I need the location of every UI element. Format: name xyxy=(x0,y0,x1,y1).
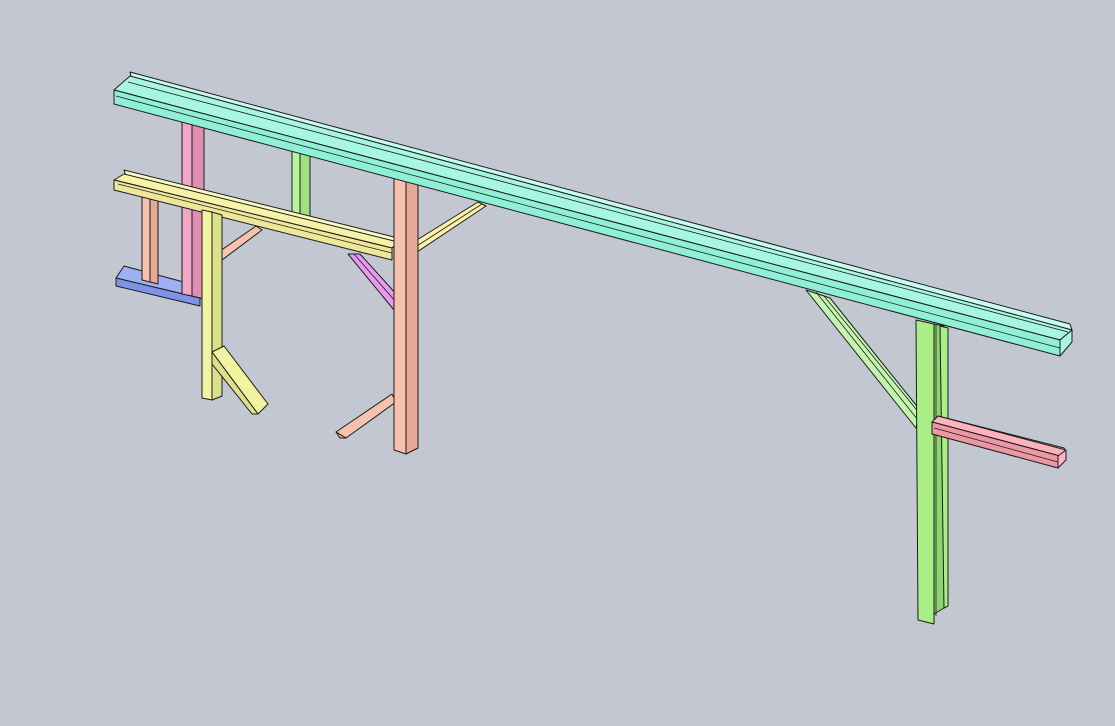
green-post-tall[interactable] xyxy=(915,319,949,625)
steel-frame-model[interactable] xyxy=(0,0,1115,726)
salmon-post-left[interactable] xyxy=(141,191,159,285)
salmon-post-center[interactable] xyxy=(393,177,419,455)
cad-viewport[interactable] xyxy=(0,0,1115,726)
